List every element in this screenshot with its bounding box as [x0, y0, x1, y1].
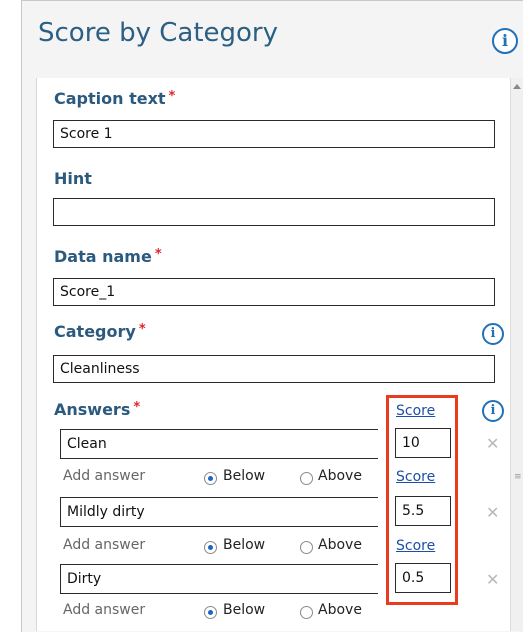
answers-info-icon[interactable]: i: [482, 400, 504, 422]
above-radio-label: Above: [318, 468, 362, 484]
scrollbar[interactable]: ≡: [510, 78, 523, 631]
category-input[interactable]: Cleanliness: [53, 355, 495, 383]
below-radio-label: Below: [223, 602, 266, 618]
answers-label: Answers *: [54, 400, 141, 419]
remove-answer-icon[interactable]: ✕: [486, 503, 499, 522]
add-answer-label: Add answer: [63, 537, 146, 553]
remove-answer-icon[interactable]: ✕: [486, 434, 499, 453]
data-name-label: Data name *: [54, 247, 162, 266]
required-marker: *: [154, 247, 162, 262]
hint-label: Hint: [54, 169, 92, 188]
add-answer-row: Add answer: [63, 537, 145, 553]
below-radio-label: Below: [223, 537, 266, 553]
above-radio[interactable]: [300, 472, 313, 485]
required-marker: *: [138, 322, 146, 337]
info-icon[interactable]: i: [492, 28, 518, 54]
score-label[interactable]: Score: [396, 469, 435, 485]
caption-label: Caption text *: [54, 89, 176, 108]
above-radio[interactable]: [300, 541, 313, 554]
add-answer-label: Add answer: [63, 602, 146, 618]
answer-input[interactable]: Clean: [60, 429, 378, 459]
add-answer-label: Add answer: [63, 468, 146, 484]
below-radio[interactable]: [204, 472, 217, 485]
score-input[interactable]: 5.5: [395, 496, 451, 526]
below-radio[interactable]: [204, 541, 217, 554]
add-answer-row: Add answer: [63, 602, 145, 618]
score-label[interactable]: Score: [396, 538, 435, 554]
category-info-icon[interactable]: i: [482, 323, 504, 345]
score-label[interactable]: Score: [396, 403, 435, 419]
add-answer-row: Add answer: [63, 468, 145, 484]
scroll-up-arrow-icon[interactable]: [513, 84, 521, 89]
scroll-grip-icon[interactable]: ≡: [514, 473, 522, 482]
above-radio[interactable]: [300, 606, 313, 619]
score-input[interactable]: 0.5: [395, 563, 451, 593]
panel-title: Score by Category: [38, 18, 279, 48]
required-marker: *: [168, 89, 176, 104]
score-input[interactable]: 10: [395, 428, 451, 458]
category-label: Category *: [54, 322, 146, 341]
below-radio[interactable]: [204, 606, 217, 619]
hint-input[interactable]: [53, 198, 495, 226]
required-marker: *: [133, 400, 141, 415]
answer-input[interactable]: Mildly dirty: [60, 497, 378, 527]
remove-answer-icon[interactable]: ✕: [486, 570, 499, 589]
above-radio-label: Above: [318, 602, 362, 618]
below-radio-label: Below: [223, 468, 266, 484]
above-radio-label: Above: [318, 537, 362, 553]
answer-input[interactable]: Dirty: [60, 564, 378, 594]
data-name-input[interactable]: Score_1: [53, 278, 495, 306]
caption-input[interactable]: Score 1: [53, 120, 495, 148]
